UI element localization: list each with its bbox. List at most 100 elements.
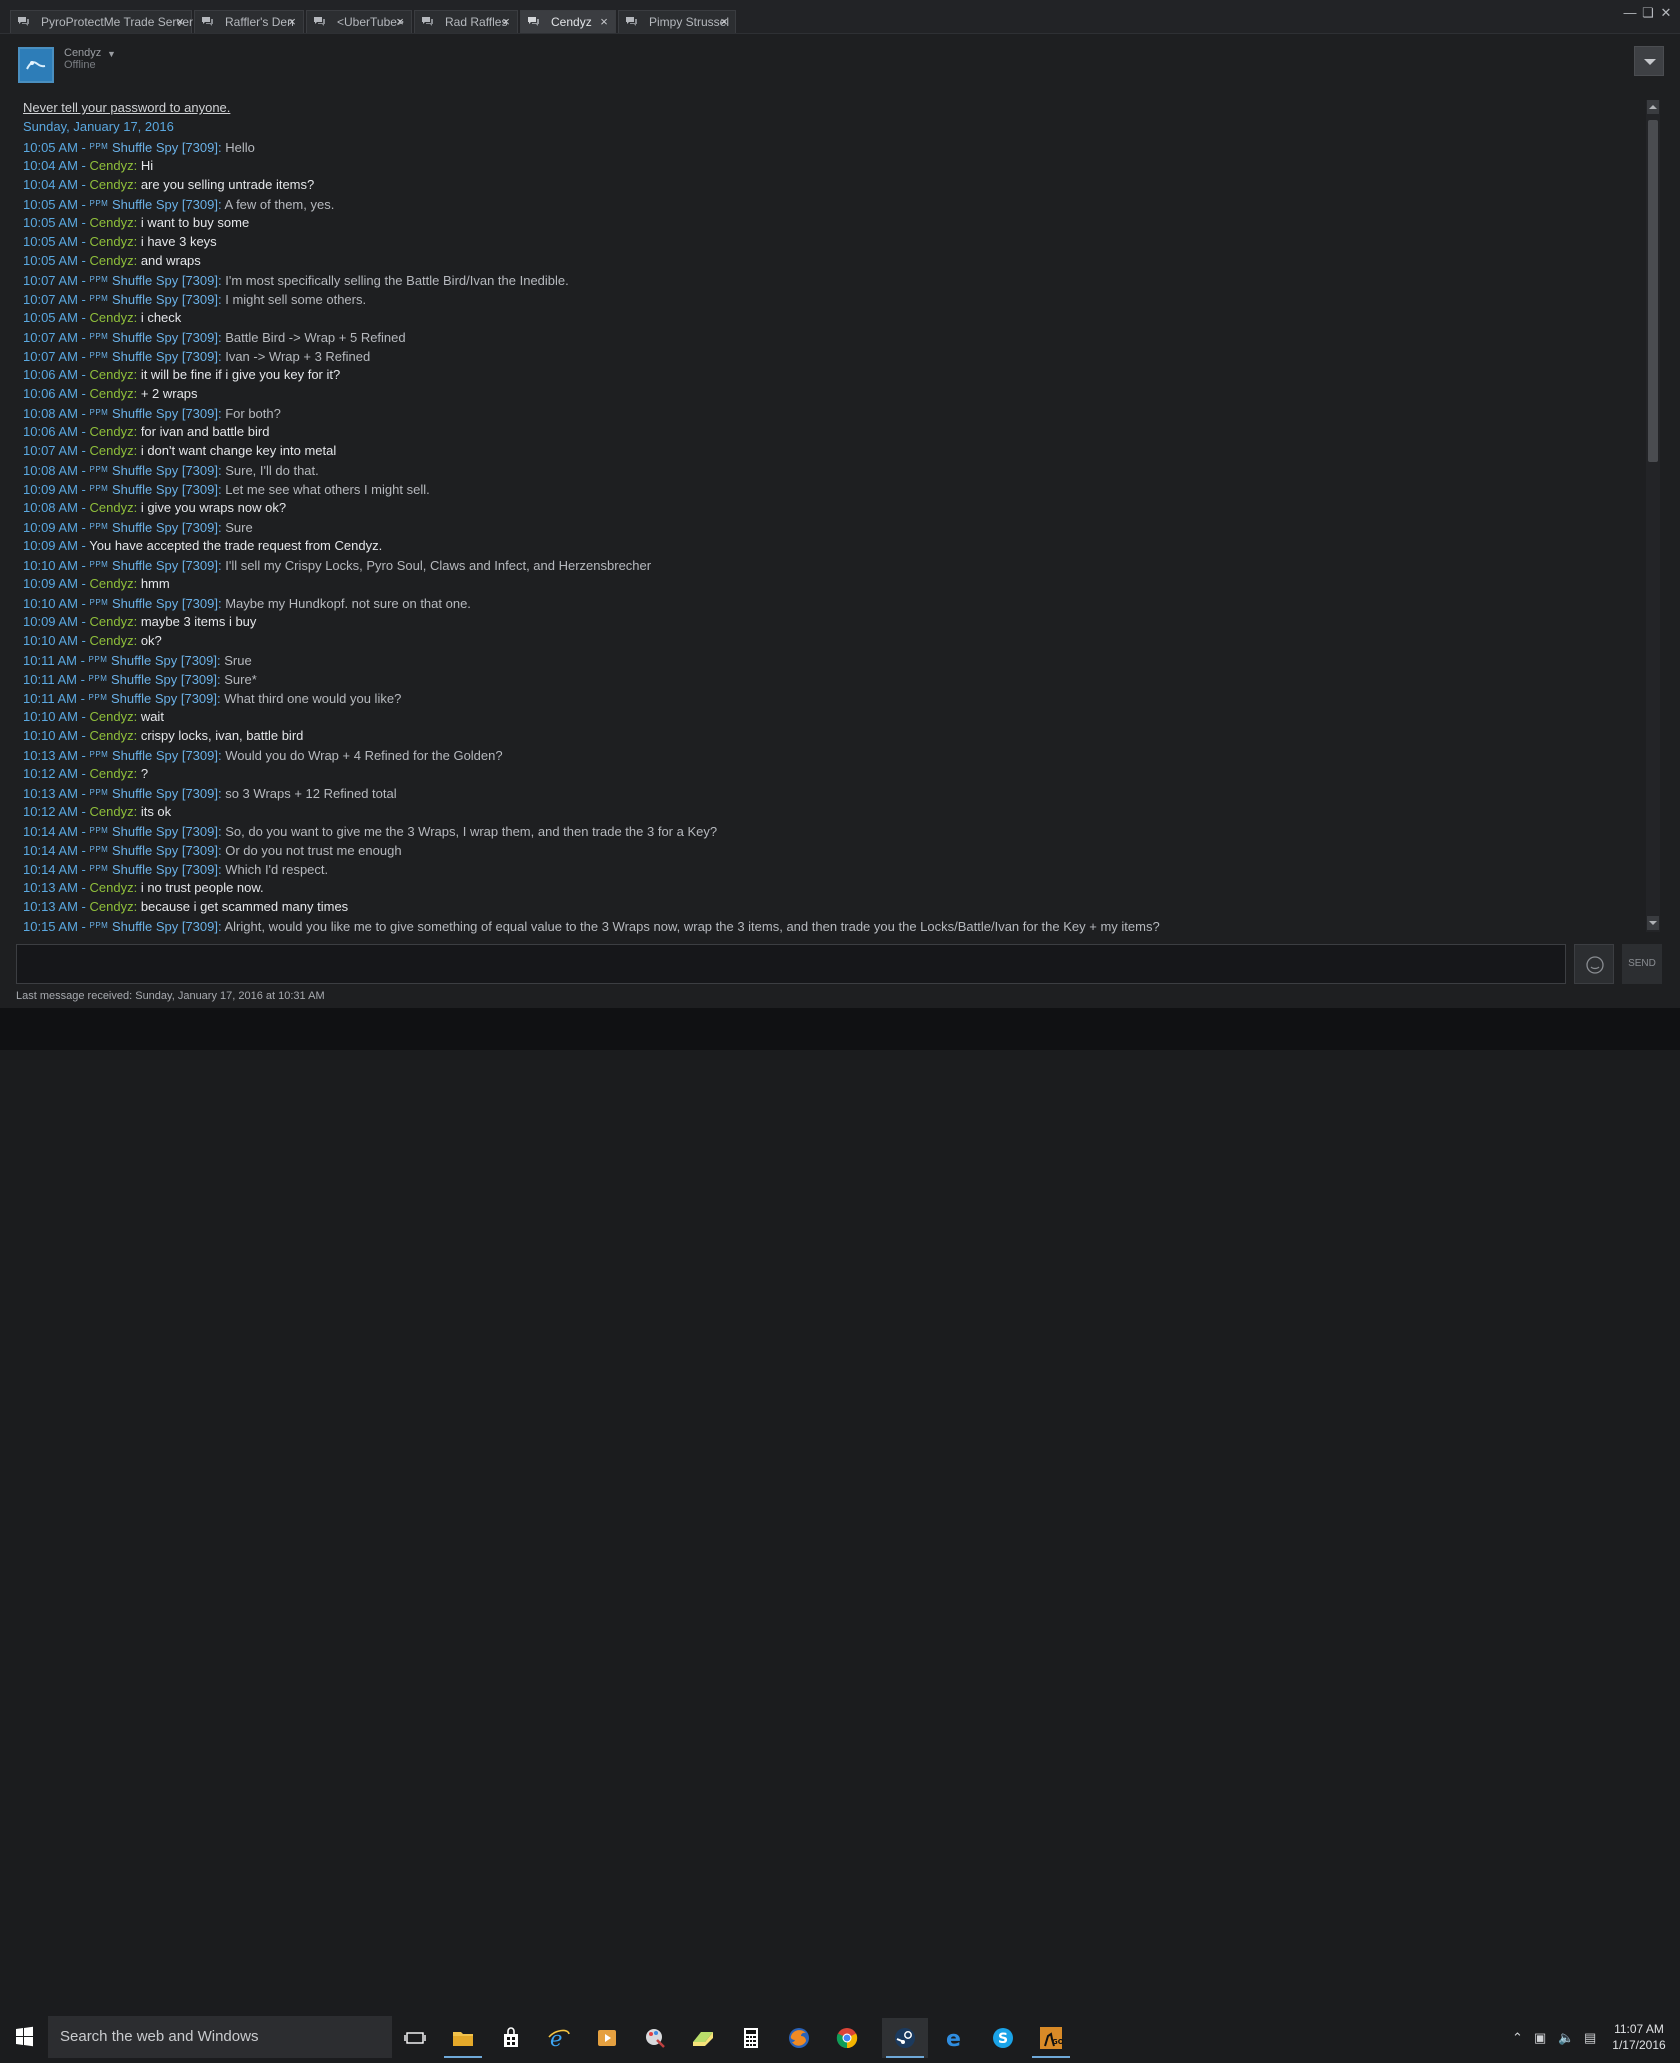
message-input[interactable] bbox=[16, 944, 1566, 984]
message-separator: - bbox=[77, 824, 90, 839]
group-tag: PPM bbox=[89, 199, 109, 208]
search-input[interactable]: Search the web and Windows bbox=[48, 2016, 392, 2058]
csgo-button[interactable]: GO bbox=[1028, 2018, 1074, 2058]
message-sender[interactable]: Shuffle Spy [7309] bbox=[111, 672, 217, 687]
tab-ubertube[interactable]: <UberTube> × bbox=[306, 10, 412, 33]
action-center-icon[interactable]: ▤ bbox=[1584, 2030, 1596, 2046]
network-icon[interactable]: ▣ bbox=[1534, 2030, 1546, 2046]
message-sender[interactable]: Cendyz bbox=[90, 500, 134, 515]
message-sender[interactable]: Cendyz bbox=[90, 709, 134, 724]
message-text: Ivan -> Wrap + 3 Refined bbox=[225, 349, 371, 364]
tab-cendyz[interactable]: Cendyz × bbox=[520, 10, 616, 33]
message-sender[interactable]: Cendyz bbox=[90, 310, 134, 325]
message-sender[interactable]: Cendyz bbox=[90, 253, 134, 268]
group-tag: PPM bbox=[89, 864, 109, 873]
edge-icon: e bbox=[946, 2027, 961, 2050]
scrollbar-thumb[interactable] bbox=[1648, 120, 1658, 462]
chevron-up-icon[interactable]: ⌃ bbox=[1512, 2030, 1523, 2046]
message-separator: - bbox=[77, 197, 90, 212]
start-button[interactable] bbox=[0, 2016, 48, 2058]
message-sender[interactable]: Shuffle Spy [7309] bbox=[112, 862, 218, 877]
message-sender[interactable]: Shuffle Spy [7309] bbox=[112, 349, 218, 364]
file-explorer-button[interactable] bbox=[440, 2018, 486, 2058]
message-separator: - bbox=[77, 880, 90, 895]
message-sender[interactable]: Shuffle Spy [7309] bbox=[112, 292, 218, 307]
minimize-icon[interactable]: — bbox=[1622, 4, 1638, 22]
message-sender[interactable]: Shuffle Spy [7309] bbox=[111, 653, 217, 668]
emoticon-button[interactable] bbox=[1574, 944, 1614, 984]
message-sender[interactable]: Cendyz bbox=[90, 386, 134, 401]
message-sender[interactable]: Cendyz bbox=[90, 443, 134, 458]
message-separator: - bbox=[76, 691, 89, 706]
message-sender[interactable]: Shuffle Spy [7309] bbox=[112, 463, 218, 478]
tab-rad-raffles[interactable]: Rad Raffles × bbox=[414, 10, 518, 33]
skype-button[interactable]: S bbox=[980, 2018, 1026, 2058]
avatar[interactable] bbox=[18, 47, 54, 83]
message-text: hmm bbox=[140, 576, 170, 591]
message-sender[interactable]: Shuffle Spy [7309] bbox=[112, 786, 218, 801]
message-sender[interactable]: Shuffle Spy [7309] bbox=[112, 197, 218, 212]
message-sender[interactable]: Shuffle Spy [7309] bbox=[112, 273, 218, 288]
message-text: for ivan and battle bird bbox=[140, 424, 270, 439]
store-button[interactable] bbox=[488, 2018, 534, 2058]
message-sender[interactable]: Shuffle Spy [7309] bbox=[112, 919, 218, 934]
message-sender[interactable]: Cendyz bbox=[90, 880, 134, 895]
chrome-button[interactable] bbox=[824, 2018, 870, 2058]
close-window-icon[interactable]: ✕ bbox=[1658, 4, 1674, 22]
friend-name[interactable]: Cendyz bbox=[64, 47, 101, 59]
message-sender[interactable]: Shuffle Spy [7309] bbox=[112, 596, 218, 611]
message-sender[interactable]: Shuffle Spy [7309] bbox=[112, 330, 218, 345]
internet-explorer-button[interactable]: e bbox=[536, 2018, 582, 2058]
collapse-button[interactable] bbox=[1634, 46, 1664, 76]
tab-pyroprotectme[interactable]: PyroProtectMe Trade Server × bbox=[10, 10, 193, 33]
message-sender[interactable]: Shuffle Spy [7309] bbox=[112, 748, 218, 763]
close-tab-icon[interactable]: × bbox=[499, 11, 513, 33]
message-text: I might sell some others. bbox=[225, 292, 367, 307]
message-sender[interactable]: Cendyz bbox=[90, 728, 134, 743]
message-sender[interactable]: Shuffle Spy [7309] bbox=[112, 482, 218, 497]
tab-pimpy-strussel[interactable]: Pimpy Strussel × bbox=[618, 10, 736, 33]
close-tab-icon[interactable]: × bbox=[597, 11, 611, 33]
message-sender[interactable]: Shuffle Spy [7309] bbox=[112, 406, 218, 421]
message-sender[interactable]: Shuffle Spy [7309] bbox=[112, 140, 218, 155]
group-tag: PPM bbox=[89, 351, 109, 360]
calculator-button[interactable] bbox=[728, 2018, 774, 2058]
task-view-button[interactable] bbox=[392, 2018, 438, 2058]
firefox-button[interactable] bbox=[776, 2018, 822, 2058]
message-sender[interactable]: Cendyz bbox=[90, 158, 134, 173]
message-sender[interactable]: Cendyz bbox=[90, 215, 134, 230]
message-sender[interactable]: Cendyz bbox=[90, 633, 134, 648]
scroll-down-arrow[interactable] bbox=[1647, 916, 1659, 930]
message-sender[interactable]: Shuffle Spy [7309] bbox=[112, 520, 218, 535]
message-sender[interactable]: Shuffle Spy [7309] bbox=[111, 691, 217, 706]
send-button[interactable]: SEND bbox=[1622, 944, 1662, 984]
taskbar-clock[interactable]: 11:07 AM 1/17/2016 bbox=[1604, 2021, 1674, 2053]
close-tab-icon[interactable]: × bbox=[717, 11, 731, 33]
paint-button[interactable] bbox=[632, 2018, 678, 2058]
volume-icon[interactable]: 🔈 bbox=[1558, 2030, 1574, 2046]
edge-button[interactable]: e bbox=[932, 2018, 978, 2058]
notes-button[interactable] bbox=[680, 2018, 726, 2058]
close-tab-icon[interactable]: × bbox=[173, 11, 187, 33]
message-sender[interactable]: Cendyz bbox=[90, 234, 134, 249]
message-sender[interactable]: Cendyz bbox=[90, 614, 134, 629]
message-sender[interactable]: Shuffle Spy [7309] bbox=[112, 558, 218, 573]
taskbar: Search the web and Windows e e S GO ⌃ ▣ … bbox=[0, 1008, 1680, 2058]
message-sender[interactable]: Cendyz bbox=[90, 367, 134, 382]
close-tab-icon[interactable]: × bbox=[393, 11, 407, 33]
message-sender[interactable]: Cendyz bbox=[90, 424, 134, 439]
message-sender[interactable]: Cendyz bbox=[90, 804, 134, 819]
message-sender[interactable]: Shuffle Spy [7309] bbox=[112, 824, 218, 839]
steam-button[interactable] bbox=[882, 2018, 928, 2058]
chevron-down-icon[interactable]: ▼ bbox=[107, 49, 116, 59]
message-sender[interactable]: Cendyz bbox=[90, 177, 134, 192]
message-sender[interactable]: Cendyz bbox=[90, 576, 134, 591]
maximize-icon[interactable]: ❏ bbox=[1640, 4, 1656, 22]
message-sender[interactable]: Shuffle Spy [7309] bbox=[112, 843, 218, 858]
scroll-up-arrow[interactable] bbox=[1647, 100, 1659, 114]
close-tab-icon[interactable]: × bbox=[285, 11, 299, 33]
tab-rafflers-den[interactable]: Raffler's Den × bbox=[194, 10, 304, 33]
media-player-button[interactable] bbox=[584, 2018, 630, 2058]
message-sender[interactable]: Cendyz bbox=[90, 766, 134, 781]
message-sender[interactable]: Cendyz bbox=[90, 899, 134, 914]
